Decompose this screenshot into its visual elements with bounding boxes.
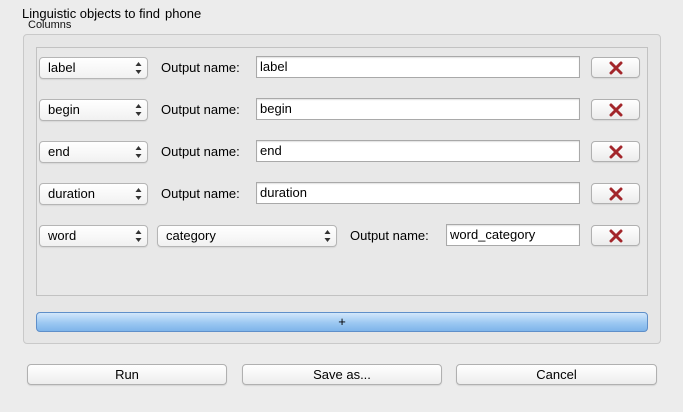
attribute-select-value: end bbox=[48, 144, 70, 159]
attribute-select[interactable]: word bbox=[39, 225, 148, 247]
updown-arrows-icon bbox=[135, 104, 142, 116]
attribute-select[interactable]: begin bbox=[39, 99, 148, 121]
updown-arrows-icon bbox=[135, 146, 142, 158]
red-x-icon bbox=[609, 145, 623, 159]
output-name-label: Output name: bbox=[161, 186, 240, 201]
delete-column-button[interactable] bbox=[591, 141, 640, 162]
output-name-field[interactable]: duration bbox=[256, 182, 580, 204]
output-name-field[interactable]: word_category bbox=[446, 224, 580, 246]
subattribute-select[interactable]: category bbox=[157, 225, 337, 247]
columns-list[interactable] bbox=[36, 47, 648, 296]
cancel-button[interactable]: Cancel bbox=[456, 364, 657, 385]
red-x-icon bbox=[609, 229, 623, 243]
attribute-select-value: label bbox=[48, 60, 76, 75]
output-name-label: Output name: bbox=[161, 102, 240, 117]
output-name-field[interactable]: end bbox=[256, 140, 580, 162]
run-button[interactable]: Run bbox=[27, 364, 227, 385]
red-x-icon bbox=[609, 103, 623, 117]
attribute-select-value: duration bbox=[48, 186, 95, 201]
output-name-field[interactable]: label bbox=[256, 56, 580, 78]
columns-group-title: Columns bbox=[28, 19, 72, 31]
attribute-select-value: begin bbox=[48, 102, 80, 117]
updown-arrows-icon bbox=[135, 230, 142, 242]
attribute-select[interactable]: duration bbox=[39, 183, 148, 205]
subattribute-select-value: category bbox=[166, 228, 216, 243]
attribute-select[interactable]: label bbox=[39, 57, 148, 79]
output-name-label: Output name: bbox=[161, 60, 240, 75]
attribute-select-value: word bbox=[48, 228, 77, 243]
output-name-field[interactable]: begin bbox=[256, 98, 580, 120]
delete-column-button[interactable] bbox=[591, 99, 640, 120]
updown-arrows-icon bbox=[135, 188, 142, 200]
output-name-label: Output name: bbox=[161, 144, 240, 159]
save-as-button[interactable]: Save as... bbox=[242, 364, 442, 385]
red-x-icon bbox=[609, 61, 623, 75]
updown-arrows-icon bbox=[135, 62, 142, 74]
delete-column-button[interactable] bbox=[591, 183, 640, 204]
delete-column-button[interactable] bbox=[591, 225, 640, 246]
updown-arrows-icon bbox=[324, 230, 331, 242]
header-object-type: phone bbox=[165, 6, 202, 21]
delete-column-button[interactable] bbox=[591, 57, 640, 78]
output-name-label: Output name: bbox=[350, 228, 429, 243]
add-column-button[interactable]: + bbox=[36, 312, 648, 332]
red-x-icon bbox=[609, 187, 623, 201]
attribute-select[interactable]: end bbox=[39, 141, 148, 163]
